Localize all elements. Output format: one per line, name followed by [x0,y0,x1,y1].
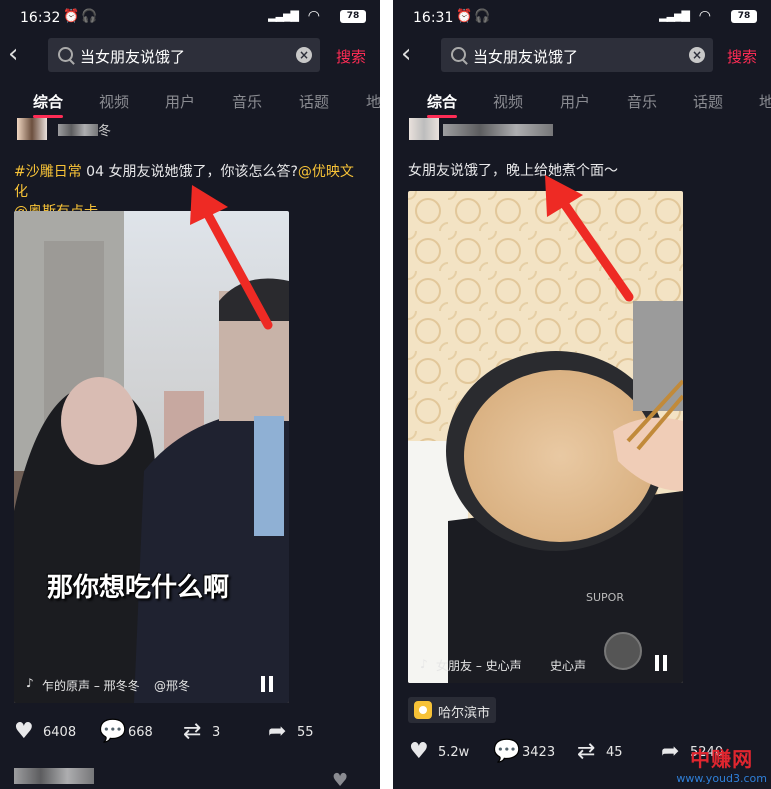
stove-brand-text: SUPOR [586,591,624,604]
repost-count: 3 [212,725,221,740]
headphone-icon: 🎧 [81,9,98,24]
repost-icon: ⇄ [183,719,202,744]
search-query: 当女朋友说饿了 [80,48,186,66]
back-icon[interactable]: ‹ [8,40,34,70]
location-icon [414,701,432,719]
status-time: 16:32 [20,10,61,26]
tab-users[interactable]: 用户 [560,91,590,112]
like-button[interactable]: ♥ 5.2w [409,741,479,767]
battery-indicator: 78 [731,10,757,23]
watermark-title: 中赚网 [690,747,754,771]
signal-icon: ▂▃▅▇ [659,9,690,22]
headphone-icon: 🎧 [474,9,491,24]
tab-video[interactable]: 视频 [493,91,523,112]
comment-icon: 💬 [99,719,127,744]
tab-comprehensive[interactable]: 综合 [33,91,63,112]
tab-music[interactable]: 音乐 [232,91,262,112]
tab-places[interactable]: 地 [366,91,380,112]
heart-icon: ♥ [409,739,429,764]
music-author: 史心声 [550,659,587,673]
repost-icon: ⇄ [577,739,596,764]
tab-topics[interactable]: 话题 [693,91,723,112]
tab-users[interactable]: 用户 [165,91,195,112]
comment-count: 668 [128,725,153,740]
repost-count: 45 [606,745,623,760]
status-alarm-icon: ⏰ [456,9,473,24]
music-note-icon: ♪ [26,676,34,690]
tab-places[interactable]: 地 [759,91,771,112]
next-item-blurred [14,768,94,784]
red-arrow-annotation [190,185,273,330]
left-phone-screen: 16:32 ⏰ 🎧 ▂▃▅▇ ◠ 78 ‹ 当女朋友说饿了 × 搜索 综合 视频… [0,0,380,789]
share-button[interactable]: ➦ 55 [268,721,318,747]
repost-button[interactable]: ⇄ 3 [183,721,233,747]
clear-icon[interactable]: × [689,47,705,63]
share-count: 55 [297,725,314,740]
status-bar: 16:31 ⏰ 🎧 ▂▃▅▇ ◠ 78 [413,8,757,28]
search-icon [451,47,466,62]
share-icon: ➦ [268,719,287,744]
pause-icon[interactable] [654,655,668,671]
status-time: 16:31 [413,10,454,26]
music-title[interactable]: 女朋友 – 史心声 [436,657,522,674]
author-name-partial: 冬 [98,124,112,139]
avatar[interactable] [17,118,47,140]
tab-music[interactable]: 音乐 [627,91,657,112]
search-bar: ‹ 当女朋友说饿了 × 搜索 [0,36,380,74]
tab-comprehensive[interactable]: 综合 [427,91,457,112]
repost-button[interactable]: ⇄ 45 [577,741,637,767]
site-watermark: 中赚网 www.youd3.com [676,743,767,785]
music-note-icon: ♪ [420,657,428,671]
tab-video[interactable]: 视频 [99,91,129,112]
back-icon[interactable]: ‹ [401,40,427,70]
location-text: 哈尔滨市 [438,706,491,721]
status-alarm-icon: ⏰ [63,9,80,24]
author-name-blurred [58,124,98,136]
heart-icon: ♥ [14,719,34,744]
like-count: 6408 [43,725,77,740]
comment-icon: 💬 [493,739,521,764]
search-tabs: 综合 视频 用户 音乐 话题 地 [393,88,771,118]
caption-text: 04 女朋友说她饿了，你该怎么答? [81,164,298,180]
search-input[interactable]: 当女朋友说饿了 × [441,38,713,72]
signal-icon: ▂▃▅▇ [268,9,299,22]
red-arrow-annotation [545,175,634,302]
music-title[interactable]: 乍的原声 – 邢冬冬 [42,677,140,694]
search-bar: ‹ 当女朋友说饿了 × 搜索 [393,36,771,74]
wifi-icon: ◠ [698,8,711,24]
watermark-url: www.youd3.com [676,772,767,785]
location-tag[interactable]: 哈尔滨市 [408,697,496,723]
heart-icon[interactable]: ♥ [332,770,348,789]
like-count: 5.2w [438,745,470,760]
search-tabs: 综合 视频 用户 音乐 话题 地 [0,88,380,118]
search-button[interactable]: 搜索 [727,46,757,67]
search-button[interactable]: 搜索 [336,46,366,67]
author-name-blurred [443,124,553,136]
clear-icon[interactable]: × [296,47,312,63]
pause-icon[interactable] [260,676,274,692]
search-query: 当女朋友说饿了 [473,48,579,66]
comment-button[interactable]: 💬 668 [99,721,159,747]
comment-count: 3423 [522,745,556,760]
search-icon [58,47,73,62]
tab-topics[interactable]: 话题 [299,91,329,112]
like-button[interactable]: ♥ 6408 [14,721,84,747]
video-subtitle: 那你想吃什么啊 [47,573,230,603]
avatar[interactable] [409,118,439,140]
right-phone-screen: 16:31 ⏰ 🎧 ▂▃▅▇ ◠ 78 ‹ 当女朋友说饿了 × 搜索 综合 视频… [393,0,771,789]
battery-indicator: 78 [340,10,366,23]
wifi-icon: ◠ [307,8,320,24]
search-input[interactable]: 当女朋友说饿了 × [48,38,320,72]
music-author: @邢冬 [154,679,191,693]
hashtag-link[interactable]: #沙雕日常 [14,164,82,180]
status-bar: 16:32 ⏰ 🎧 ▂▃▅▇ ◠ 78 [20,8,366,28]
comment-button[interactable]: 💬 3423 [493,741,563,767]
